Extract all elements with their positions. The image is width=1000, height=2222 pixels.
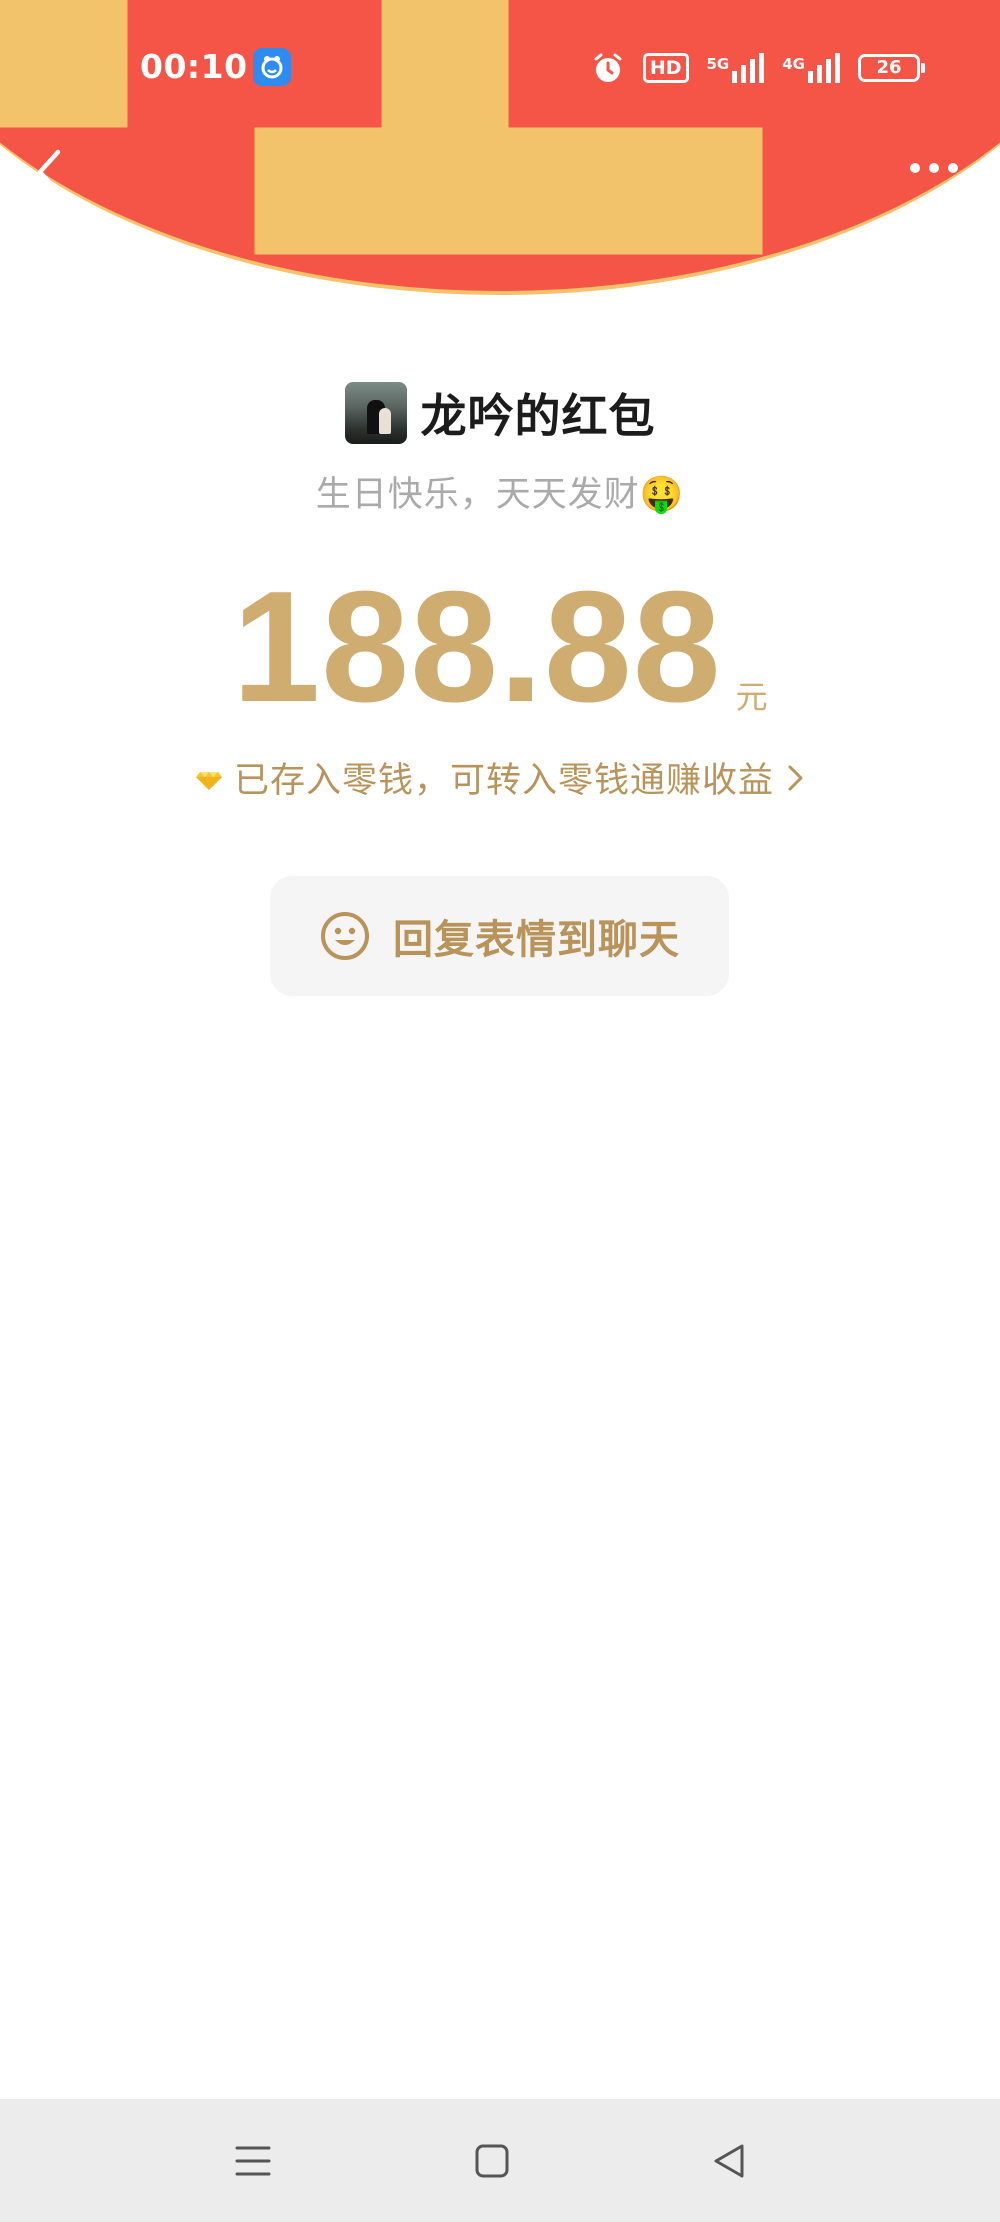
sender-info: 龙吟的红包 (0, 380, 1000, 446)
saved-notice-text: 已存入零钱，可转入零钱通赚收益 (233, 761, 774, 801)
system-navigation-bar (0, 2099, 1000, 2222)
smiley-icon (321, 912, 369, 960)
signal-5g-icon: 5G (707, 53, 765, 83)
alarm-icon (591, 51, 625, 85)
greeting-message: 生日快乐，天天发财🤑 (315, 475, 685, 515)
amount-value: 188.88 (232, 559, 722, 735)
avatar-figure-2 (378, 408, 391, 434)
home-square-icon (475, 2144, 509, 2178)
status-time: 00:10 (140, 47, 248, 86)
reply-sticker-button[interactable]: 回复表情到聊天 (270, 876, 729, 996)
chevron-left-icon (37, 149, 61, 195)
back-button[interactable] (30, 146, 74, 198)
amount-display: 188.88 元 (0, 568, 1000, 726)
status-icons: HD 5G 4G 26 (591, 48, 925, 88)
sender-name: 龙吟的红包 (420, 389, 656, 443)
net-4g-label: 4G (782, 55, 805, 73)
hd-voice-icon: HD (642, 53, 689, 83)
more-dot-icon (910, 163, 920, 173)
amount-unit: 元 (735, 678, 768, 716)
battery-icon: 26 (858, 54, 925, 82)
back-triangle-icon (714, 2144, 744, 2178)
more-options-button[interactable] (910, 158, 962, 178)
menu-button[interactable] (231, 2139, 275, 2183)
back-nav-button[interactable] (708, 2139, 752, 2183)
signal-4g-icon: 4G (782, 53, 840, 83)
chevron-right-icon (788, 765, 803, 790)
more-dot-icon (948, 163, 958, 173)
menu-icon (235, 2146, 271, 2176)
app-notification-icon (253, 48, 291, 86)
net-5g-label: 5G (706, 55, 730, 73)
reply-button-label: 回复表情到聊天 (393, 917, 680, 963)
saved-to-balance-link[interactable]: 已存入零钱，可转入零钱通赚收益 (0, 752, 1000, 803)
diamond-icon (195, 771, 222, 790)
sender-avatar[interactable] (344, 382, 407, 444)
home-button[interactable] (470, 2139, 514, 2183)
status-bar: 00:10 HD 5G 4G 26 (0, 0, 1000, 130)
more-dot-icon (929, 163, 939, 173)
